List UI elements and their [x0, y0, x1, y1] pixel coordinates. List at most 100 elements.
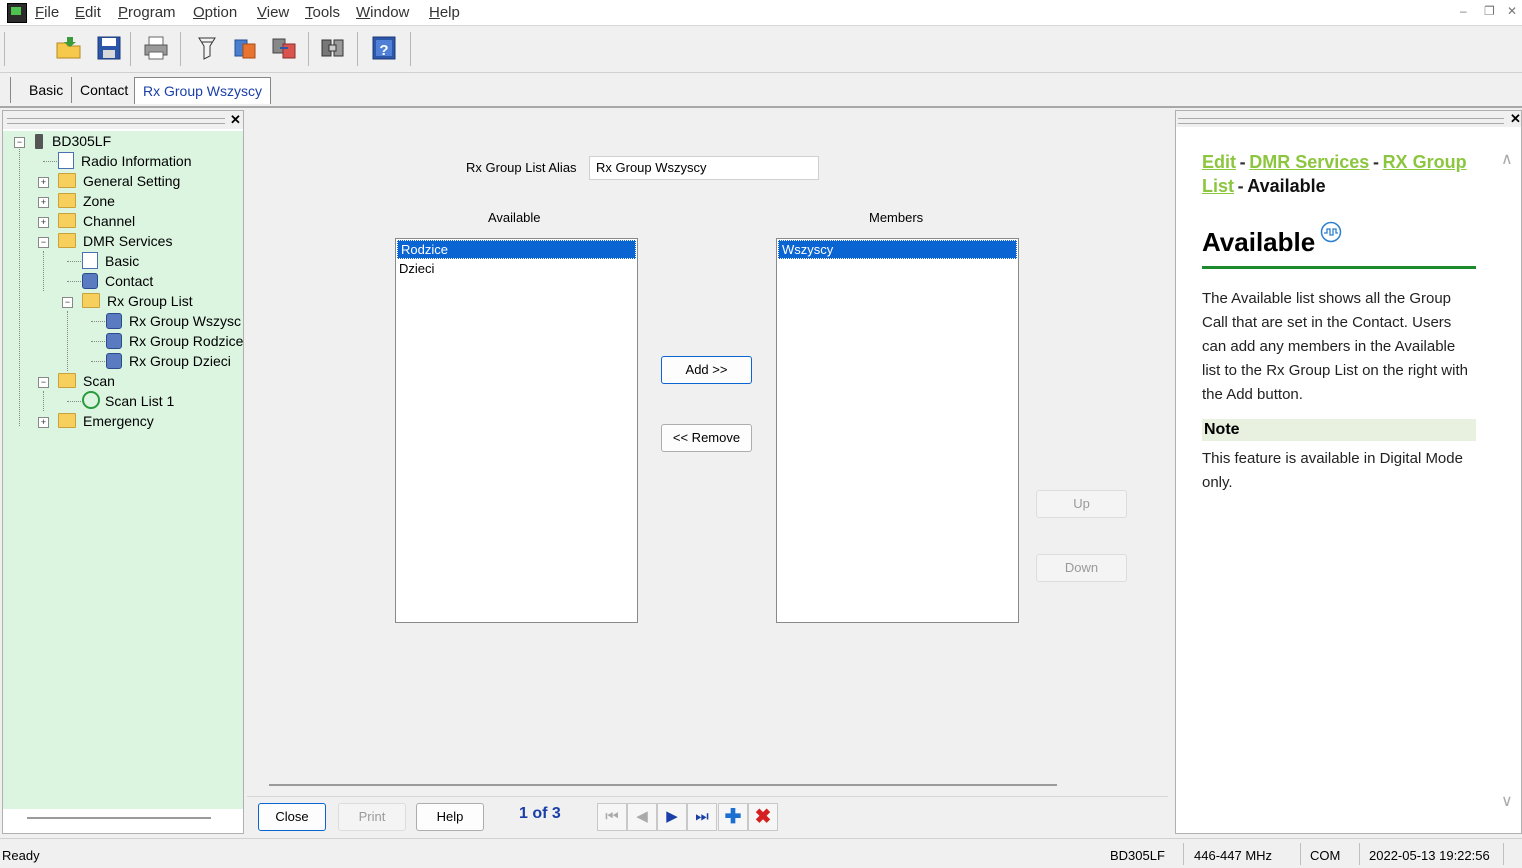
tree-node-label: DMR Services: [83, 233, 173, 249]
remove-button[interactable]: << Remove: [661, 424, 752, 452]
tree-view: − BD305LF Radio Information + General Se…: [3, 131, 243, 809]
crumb-edit-link[interactable]: Edit: [1202, 152, 1236, 172]
tree-node-general-setting[interactable]: General Setting: [58, 171, 180, 191]
first-page-icon[interactable]: ⏮: [597, 803, 627, 831]
help-book-icon[interactable]: ?: [370, 34, 398, 62]
last-page-icon[interactable]: ⏭: [687, 803, 717, 831]
tree-node-dmr-services[interactable]: DMR Services: [58, 231, 172, 251]
menu-file[interactable]: File: [35, 4, 59, 21]
device-settings-icon[interactable]: [319, 34, 347, 62]
tab-contact[interactable]: Contact: [72, 77, 138, 103]
collapse-icon[interactable]: −: [14, 137, 25, 148]
add-button[interactable]: Add >>: [661, 356, 752, 384]
list-item[interactable]: Wszyscy: [778, 240, 1017, 259]
help-button[interactable]: Help: [416, 803, 484, 831]
collapse-icon[interactable]: −: [38, 237, 49, 248]
list-item[interactable]: Dzieci: [396, 260, 637, 277]
menu-program[interactable]: Program: [118, 4, 176, 21]
minimize-icon[interactable]: –: [1460, 4, 1467, 18]
previous-page-icon[interactable]: ◀: [627, 803, 657, 831]
tab-rx-group-wszyscy[interactable]: Rx Group Wszyscy: [134, 77, 272, 104]
tree-node-label: Rx Group Wszysc: [129, 313, 242, 329]
close-panel-icon[interactable]: ✕: [230, 112, 241, 128]
menu-option[interactable]: Option: [193, 4, 237, 21]
print-icon[interactable]: [142, 34, 170, 62]
panel-grip[interactable]: [7, 118, 225, 124]
tree-node-rx-group-rodzice[interactable]: Rx Group Rodzice: [106, 331, 243, 351]
down-button[interactable]: Down: [1036, 554, 1127, 582]
tree-node-scan[interactable]: Scan: [58, 371, 115, 391]
crumb-current: Available: [1247, 176, 1326, 196]
alias-input[interactable]: Rx Group Wszyscy: [589, 156, 819, 180]
tree-node-basic[interactable]: Basic: [82, 251, 139, 271]
horizontal-scrollbar[interactable]: [27, 817, 211, 819]
scroll-up-icon[interactable]: ∧: [1501, 149, 1513, 169]
menu-bar: File Edit Program Option View Tools Wind…: [0, 0, 1522, 26]
status-bar: Ready BD305LF 446-447 MHz COM 2022-05-13…: [0, 838, 1522, 868]
restore-icon[interactable]: ❐: [1484, 4, 1495, 18]
menu-window[interactable]: Window: [356, 4, 409, 21]
delete-record-icon[interactable]: ✖: [748, 803, 778, 831]
toolbar-separator: [130, 32, 131, 66]
tree-node-rx-group-wszyscy[interactable]: Rx Group Wszysc: [106, 311, 241, 331]
tree-node-channel[interactable]: Channel: [58, 211, 135, 231]
app-icon[interactable]: [7, 3, 27, 23]
menu-help[interactable]: Help: [429, 4, 460, 21]
document-icon: [58, 152, 74, 169]
expand-icon[interactable]: +: [38, 177, 49, 188]
scroll-down-icon[interactable]: ∨: [1501, 791, 1513, 811]
collapse-icon[interactable]: −: [62, 297, 73, 308]
list-item[interactable]: Rodzice: [397, 240, 636, 259]
panel-grip[interactable]: [1178, 118, 1504, 124]
print-button[interactable]: Print: [338, 803, 406, 831]
status-datetime: 2022-05-13 19:22:56: [1369, 848, 1490, 863]
close-window-icon[interactable]: ✕: [1507, 4, 1517, 18]
crumb-separator: -: [1239, 152, 1246, 172]
tree-node-rx-group-list[interactable]: Rx Group List: [82, 291, 193, 311]
tree-node-root[interactable]: BD305LF: [35, 131, 111, 151]
panel-header: ✕: [1176, 111, 1521, 127]
clone-radio-icon[interactable]: [270, 34, 298, 62]
save-icon[interactable]: [95, 34, 123, 62]
open-folder-icon[interactable]: [55, 34, 83, 62]
tree-node-label: Scan List 1: [105, 393, 175, 409]
menu-view[interactable]: View: [257, 4, 289, 21]
tree-node-radio-information[interactable]: Radio Information: [58, 151, 192, 171]
tab-basic[interactable]: Basic: [21, 77, 73, 103]
toolbar-separator: [180, 32, 181, 66]
collapse-icon[interactable]: −: [38, 377, 49, 388]
tree-node-label: Basic: [105, 253, 140, 269]
page-indicator: 1 of 3: [519, 805, 561, 822]
tree-node-emergency[interactable]: Emergency: [58, 411, 154, 431]
menu-edit[interactable]: Edit: [75, 4, 101, 21]
tree-node-zone[interactable]: Zone: [58, 191, 115, 211]
tree-node-label: BD305LF: [52, 133, 112, 149]
tree-node-label: Rx Group List: [107, 293, 193, 309]
expand-icon[interactable]: +: [38, 197, 49, 208]
close-panel-icon[interactable]: ✕: [1510, 111, 1521, 127]
tree-line: [67, 281, 81, 282]
expand-icon[interactable]: +: [38, 217, 49, 228]
write-radio-icon[interactable]: [231, 34, 259, 62]
folder-icon: [58, 193, 76, 208]
horizontal-scrollbar[interactable]: [269, 784, 1057, 786]
crumb-dmr-services-link[interactable]: DMR Services: [1249, 152, 1369, 172]
next-page-icon[interactable]: ▶: [657, 803, 687, 831]
close-button[interactable]: Close: [258, 803, 326, 831]
up-button[interactable]: Up: [1036, 490, 1127, 518]
expand-icon[interactable]: +: [38, 417, 49, 428]
folder-open-icon: [58, 233, 76, 248]
tree-node-scan-list-1[interactable]: Scan List 1: [82, 391, 174, 411]
members-list[interactable]: Wszyscy: [776, 238, 1019, 623]
tree-node-contact[interactable]: Contact: [82, 271, 153, 291]
read-radio-icon[interactable]: [193, 34, 221, 62]
note-text: This feature is available in Digital Mod…: [1202, 450, 1463, 491]
available-list[interactable]: Rodzice Dzieci: [395, 238, 638, 623]
status-separator: [1300, 843, 1301, 865]
tree-line: [19, 146, 20, 426]
tree-node-rx-group-dzieci[interactable]: Rx Group Dzieci: [106, 351, 231, 371]
tab-divider: [10, 77, 11, 103]
add-record-icon[interactable]: ✚: [718, 803, 748, 831]
menu-tools[interactable]: Tools: [305, 4, 340, 21]
tree-node-label: Channel: [83, 213, 136, 229]
